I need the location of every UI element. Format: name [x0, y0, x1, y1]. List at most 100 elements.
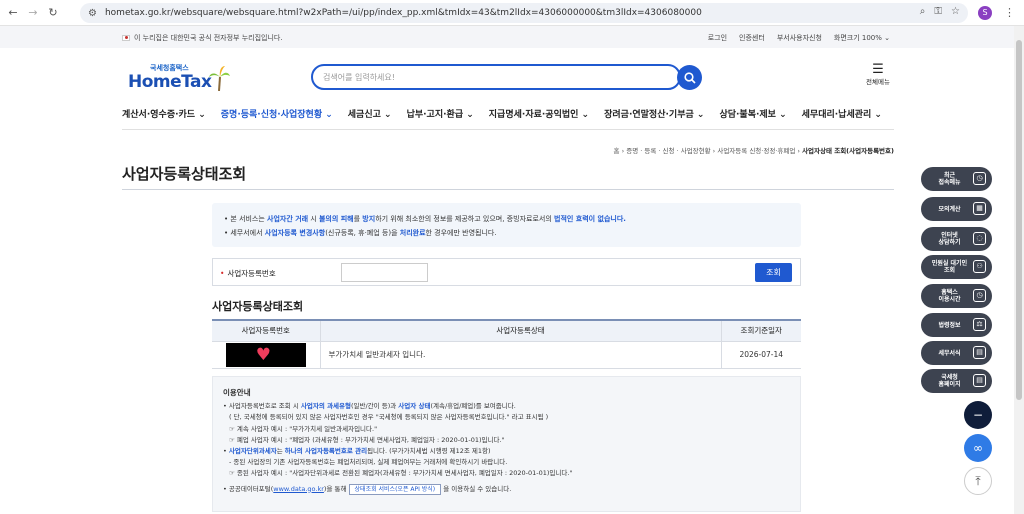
page-scrollbar[interactable]: [1014, 26, 1024, 514]
guide-line: • 사업자등록번호로 조회 시 사업자의 과세유형(일반/간이 등)과 사업자 …: [223, 401, 800, 412]
chatbot-button[interactable]: ∞: [964, 434, 992, 462]
reg-no-input[interactable]: [341, 263, 428, 282]
notice-text: 시: [308, 215, 319, 223]
notice-line-2: • 세무서에서 사업자등록 변경사항(신규등록, 휴·폐업 등)을 처리완료한 …: [224, 226, 801, 240]
required-mark: •: [220, 269, 225, 278]
col-status: 사업자등록상태: [319, 319, 721, 342]
chatbot-icon: ∞: [973, 441, 983, 455]
notice-text: • 세무서에서: [224, 229, 265, 237]
cert-center-link[interactable]: 인증센터: [739, 33, 765, 43]
clock-icon: ◷: [973, 289, 986, 302]
heart-icon: ♥: [255, 344, 271, 365]
title-divider: [122, 189, 894, 190]
quick-tax-forms[interactable]: 세무서식 ▤: [921, 341, 992, 365]
guide-line: ☞ 계속 사업자 예시 : "부가가치세 일반과세자입니다.": [229, 424, 378, 433]
bookmark-star-icon[interactable]: ☆: [951, 6, 960, 17]
main-navigation: 계산서·영수증·카드 ⌄ 증명·등록·신청·사업장현황 ⌄ 세금신고 ⌄ 납부·…: [122, 107, 882, 120]
cell-status: 부가가치세 일반과세자 입니다.: [319, 341, 721, 369]
login-link[interactable]: 로그인: [708, 33, 727, 43]
notice-line-1: • 본 서비스는 사업자간 거래 시 불의의 피해를 방지하기 위해 최소한의 …: [224, 212, 801, 226]
breadcrumb-current: 사업자상태 조회(사업자등록번호): [802, 147, 894, 155]
data-portal-link[interactable]: www.data.go.kr: [273, 485, 324, 493]
guide-title: 이용안내: [223, 388, 251, 397]
profile-avatar[interactable]: S: [978, 6, 992, 20]
zoom-icon[interactable]: ⌕: [920, 6, 926, 17]
quick-nts-homepage[interactable]: 국세청 홈페이지 ▤: [921, 369, 992, 393]
hamburger-icon: ☰: [872, 62, 884, 77]
guide-highlight: 사업자단위과세자: [228, 447, 277, 456]
all-menu-button[interactable]: ☰ 전체메뉴: [862, 62, 894, 86]
all-menu-label: 전체메뉴: [866, 78, 890, 86]
guide-text: • 공공데이터포털(: [223, 484, 274, 493]
browser-toolbar: ← → ↻ ⚙ hometax.go.kr/websquare/websquar…: [0, 0, 1024, 26]
lookup-form: • 사업자등록번호 조회: [212, 258, 801, 286]
quick-label: 국세청 홈페이지: [938, 374, 961, 388]
browser-menu-icon[interactable]: ⋮: [1004, 6, 1015, 19]
notice-text: 를: [353, 215, 363, 223]
lookup-button[interactable]: 조회: [755, 263, 792, 282]
notice-highlight: 처리완료: [399, 229, 426, 237]
minus-icon: −: [972, 408, 984, 422]
quick-recent-menu[interactable]: 최근 접속메뉴 ◷: [921, 167, 992, 191]
page-title: 사업자등록상태조회: [122, 165, 247, 183]
scrollbar-thumb[interactable]: [1016, 40, 1022, 400]
notice-highlight: 사업자등록 변경사항: [264, 229, 326, 237]
gnb-item-tax-agent[interactable]: 세무대리·납세관리 ⌄: [802, 107, 882, 120]
quick-service-hours[interactable]: 홈택스 이용시간 ◷: [921, 284, 992, 308]
hometax-logo[interactable]: 국세청홈택스 HomeTax: [122, 63, 232, 93]
usage-guide: 이용안내 • 사업자등록번호로 조회 시 사업자의 과세유형(일반/간이 등)과…: [212, 376, 801, 512]
reg-no-label-text: 사업자등록번호: [227, 269, 276, 278]
gnb-item-tax-return[interactable]: 세금신고 ⌄: [348, 107, 392, 120]
password-key-icon[interactable]: ⚿: [934, 6, 942, 17]
search-input[interactable]: 검색어를 입력하세요!: [311, 64, 681, 90]
quick-label: 최근 접속메뉴: [938, 172, 961, 186]
notice-highlight: 법적인 효력이 없습니다.: [554, 215, 626, 223]
guide-highlight: 사업자 상태: [398, 402, 431, 411]
guide-line: ☞ 종된 사업자 예시 : "사업자단위과세로 전환된 폐업자(과세유형 : 부…: [229, 469, 573, 478]
reload-icon[interactable]: ↻: [46, 6, 60, 19]
search-icon: [683, 71, 696, 84]
palm-tree-icon: [209, 66, 230, 91]
search-button[interactable]: [677, 65, 702, 90]
forward-icon[interactable]: →: [26, 6, 40, 19]
breadcrumb-path[interactable]: 홈 › 증명 · 등록 · 신청 · 사업장현황 › 사업자등록 신청·정정·휴…: [614, 147, 800, 155]
table-row: ♥ 부가가치세 일반과세자 입니다. 2026-07-14: [212, 341, 801, 369]
service-notice: • 본 서비스는 사업자간 거래 시 불의의 피해를 방지하기 위해 최소한의 …: [212, 203, 801, 247]
gnb-item-incentives[interactable]: 장려금·연말정산·기부금 ⌄: [604, 107, 704, 120]
quick-online-consult[interactable]: 인터넷 상담하기 ◌: [921, 227, 992, 251]
guide-line: • 공공데이터포털(www.data.go.kr)을 통해 상태조회 서비스(오…: [223, 483, 800, 495]
guide-highlight: 사업자의 과세유형: [300, 402, 351, 411]
gnb-item-statements[interactable]: 지급명세·자료·공익법인 ⌄: [489, 107, 589, 120]
notice-highlight: 방지: [362, 215, 376, 223]
scale-icon: ⚖: [973, 318, 986, 331]
quick-label: 민원실 대기인 조회: [931, 260, 968, 274]
open-api-button[interactable]: 상태조회 서비스(오픈 API 방식): [348, 483, 442, 495]
guide-text: 됩니다. (부가가치세법 시행령 제12조 제1항): [367, 447, 491, 456]
gnb-item-consult[interactable]: 상담·불복·제보 ⌄: [719, 107, 786, 120]
collapse-quick-menu-button[interactable]: −: [964, 401, 992, 429]
site-settings-icon[interactable]: ⚙: [88, 8, 97, 19]
back-icon[interactable]: ←: [6, 6, 20, 19]
scroll-top-button[interactable]: ⤒: [964, 467, 992, 495]
dept-user-link[interactable]: 부서사용자신청: [777, 33, 822, 43]
screen-size-select[interactable]: 화면크기 100% ⌄: [834, 33, 890, 43]
quick-mock-calc[interactable]: 모의계산 ▦: [921, 197, 992, 221]
gnb-item-payment[interactable]: 납부·고지·환급 ⌄: [407, 107, 474, 120]
url-text: hometax.go.kr/websquare/websquare.html?w…: [104, 8, 702, 18]
gnb-item-invoice[interactable]: 계산서·영수증·카드 ⌄: [122, 107, 206, 120]
quick-wait-count[interactable]: 민원실 대기인 조회 ⚇: [921, 255, 992, 279]
notice-text: • 본 서비스는: [224, 215, 268, 223]
chat-icon: ◌: [973, 232, 986, 245]
gnb-item-certificate[interactable]: 증명·등록·신청·사업장현황 ⌄: [221, 107, 333, 120]
col-reg-no: 사업자등록번호: [212, 319, 320, 342]
guide-text: (계속/휴업/폐업)를 보여줍니다.: [430, 402, 516, 411]
reg-no-label: • 사업자등록번호: [220, 268, 276, 279]
korea-flag-icon: [122, 35, 130, 41]
guide-text: • 사업자등록번호로 조회 시: [223, 402, 301, 411]
nav-divider: [122, 129, 894, 130]
quick-law-info[interactable]: 법령정보 ⚖: [921, 313, 992, 337]
guide-line: - 종된 사업장의 기존 사업자등록번호는 폐업처리되며, 실제 폐업여부는 거…: [229, 458, 508, 467]
col-date: 조회기준일자: [720, 319, 801, 342]
logo-english: HomeTax: [128, 72, 212, 92]
address-bar[interactable]: ⚙ hometax.go.kr/websquare/websquare.html…: [80, 3, 968, 23]
